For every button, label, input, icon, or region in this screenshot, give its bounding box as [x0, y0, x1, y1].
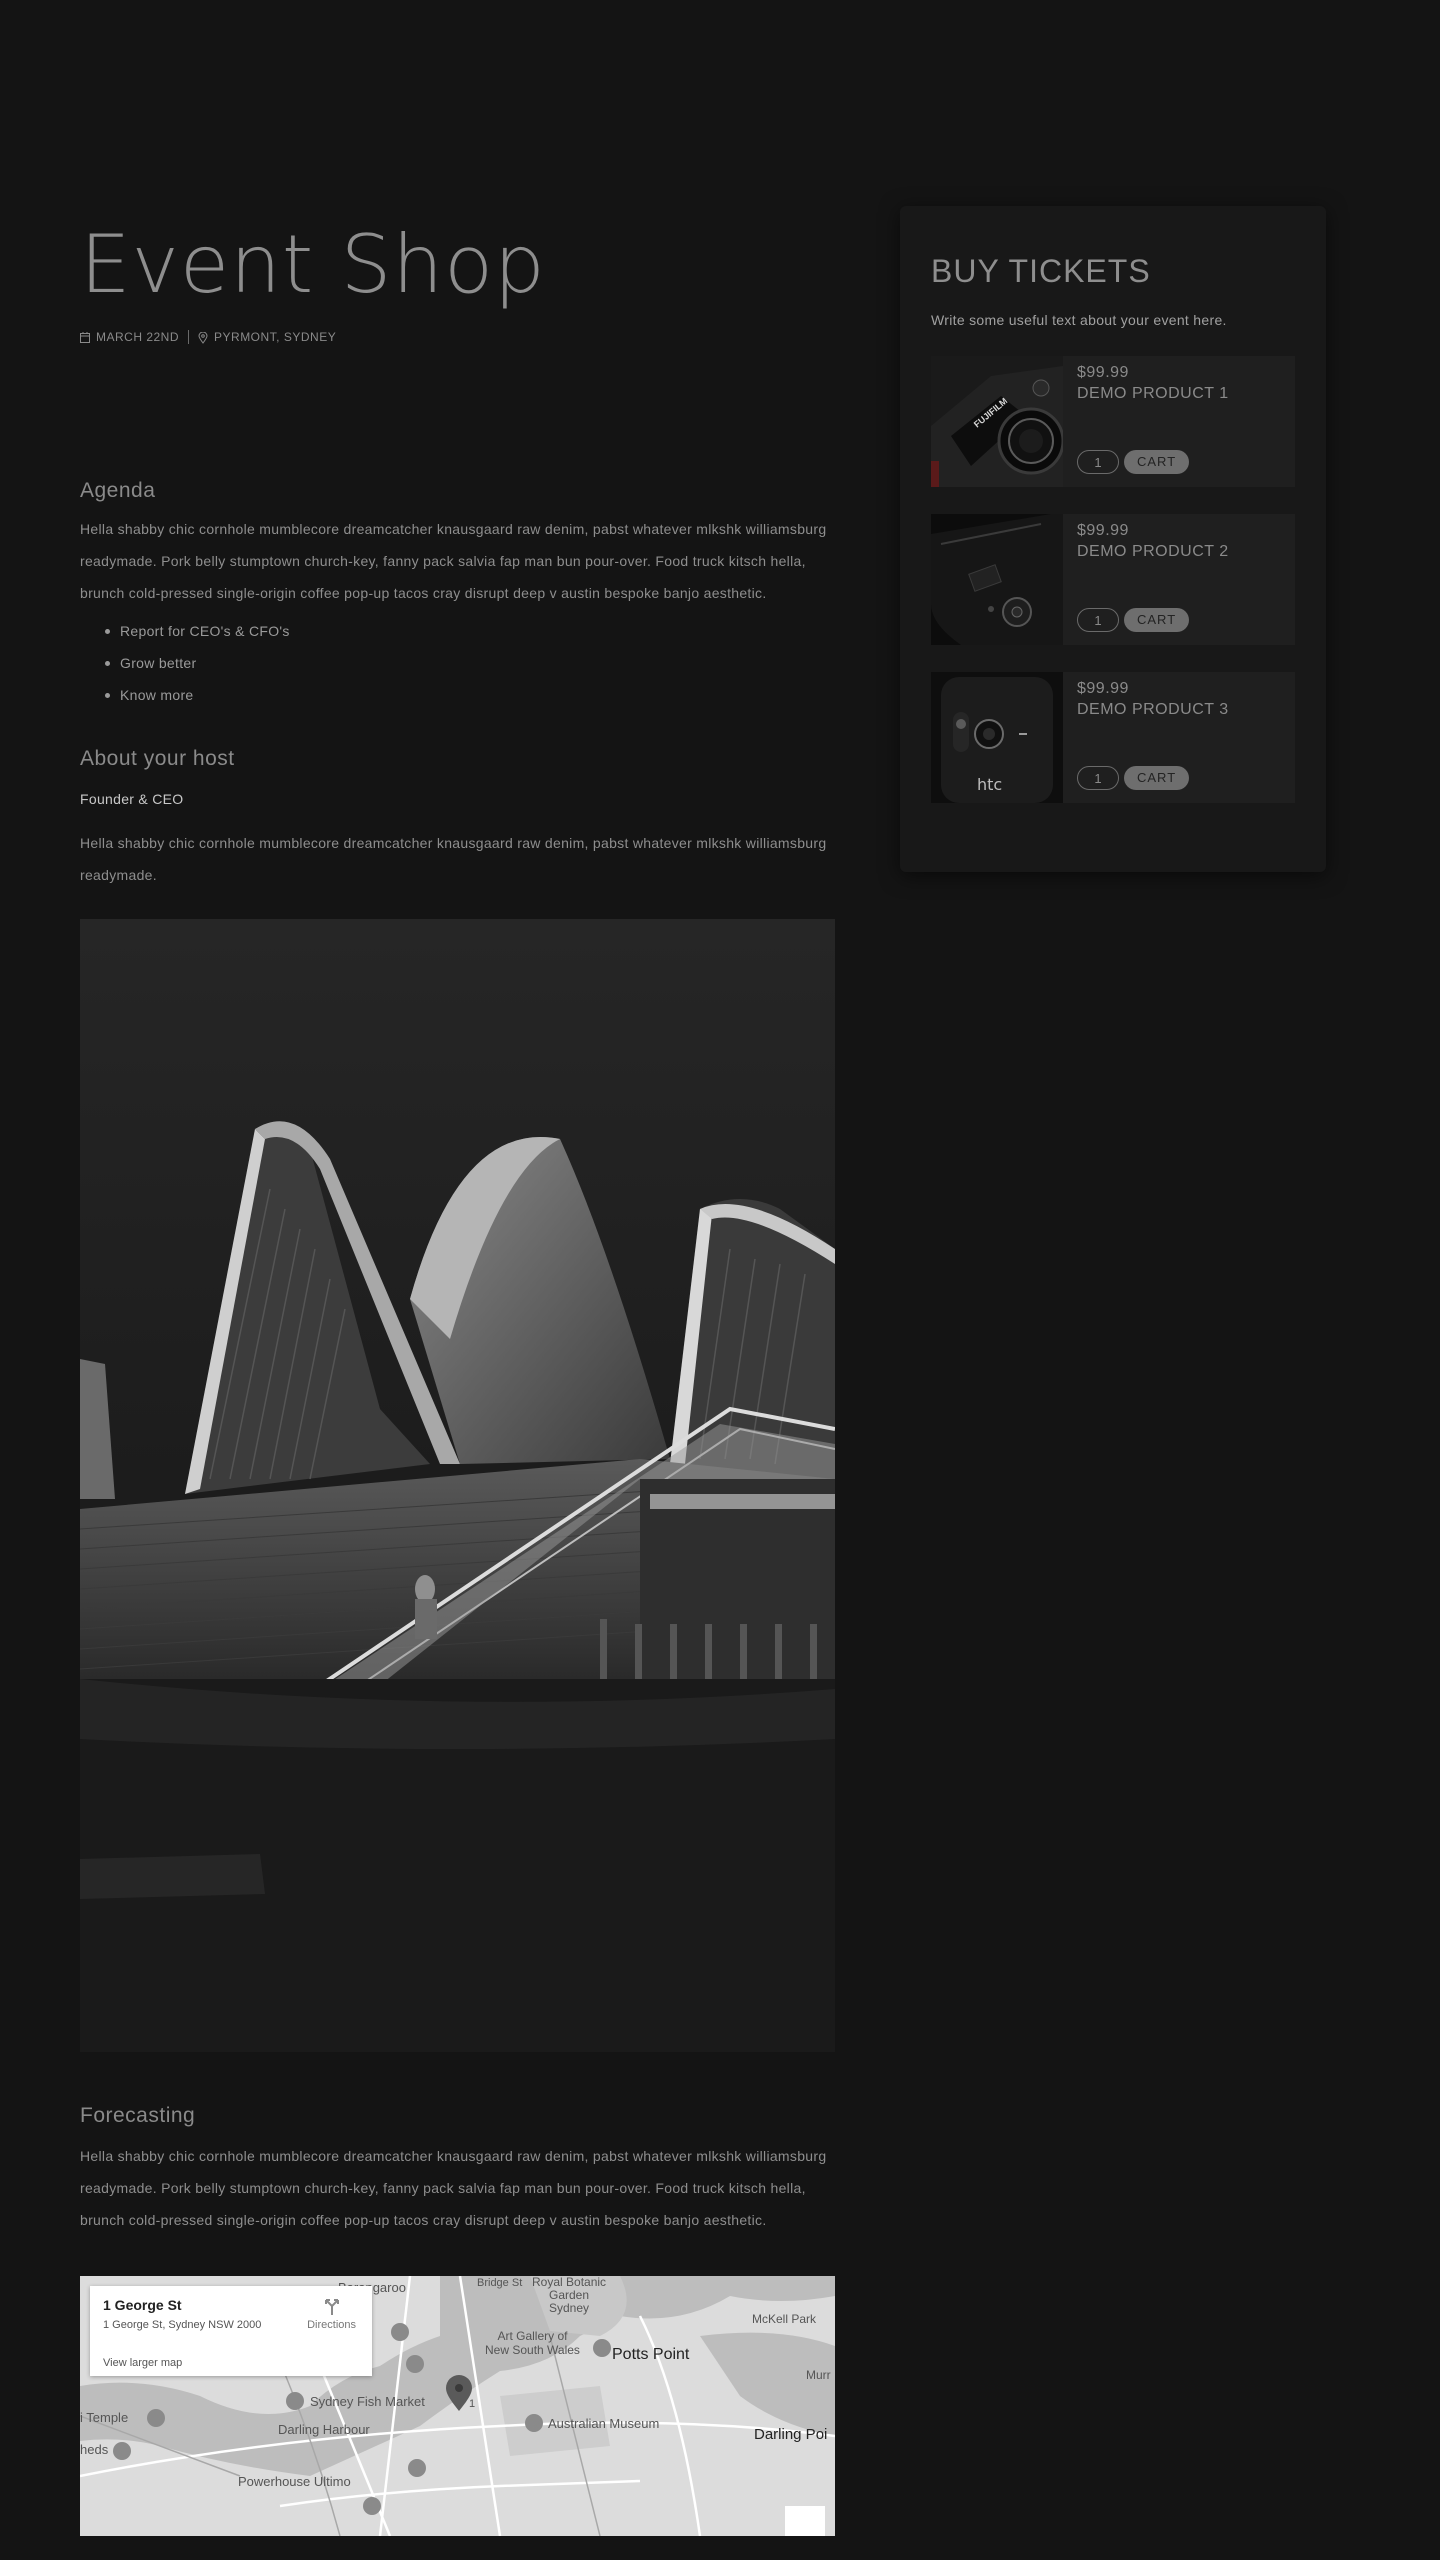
list-item: Report for CEO's & CFO's: [105, 615, 835, 647]
product-card: htc $99.99 DEMO PRODUCT 3 CART: [931, 672, 1295, 803]
map-label-botanic-garden: Royal Botanic Garden Sydney: [532, 2276, 607, 2315]
directions-label: Directions: [307, 2319, 356, 2331]
location-pin-icon: [198, 331, 208, 344]
directions-button[interactable]: Directions: [307, 2298, 356, 2331]
map-label-mckell-park: McKell Park: [752, 2312, 817, 2326]
host-role: Founder & CEO: [80, 791, 184, 807]
product-name: DEMO PRODUCT 3: [1077, 701, 1229, 718]
map-label-art-gallery: Art Gallery of New South Wales: [485, 2329, 580, 2357]
product-name: DEMO PRODUCT 2: [1077, 543, 1229, 560]
main-column: Event Shop MARCH 22ND PYRMONT, SYDNEY Ag…: [80, 220, 835, 2536]
map-label-powerhouse: Powerhouse Ultimo: [238, 2474, 351, 2489]
quantity-input[interactable]: [1077, 608, 1119, 632]
add-to-cart-button[interactable]: CART: [1124, 450, 1190, 474]
phone-brand: htc: [977, 775, 1002, 794]
product-card: FUJIFILM $99.99 DEMO PRODUCT 1 CART: [931, 356, 1295, 487]
event-meta: MARCH 22ND PYRMONT, SYDNEY: [80, 330, 835, 344]
host-heading: About your host: [80, 747, 235, 770]
map-embed[interactable]: Barangaroo Bridge St Royal Botanic Garde…: [80, 2276, 835, 2536]
meta-divider: [188, 330, 190, 344]
map-info-card: 1 George St 1 George St, Sydney NSW 2000…: [90, 2286, 372, 2376]
product-price: $99.99: [1077, 364, 1129, 381]
forecast-heading: Forecasting: [80, 2104, 196, 2127]
map-label-murr: Murr: [806, 2368, 831, 2382]
add-to-cart-button[interactable]: CART: [1124, 608, 1190, 632]
event-location: PYRMONT, SYDNEY: [214, 330, 337, 344]
product-image-camera-back: [931, 514, 1063, 645]
list-item: Know more: [105, 679, 835, 711]
page-title: Event Shop: [80, 218, 546, 311]
event-date: MARCH 22ND: [96, 330, 180, 344]
product-info: $99.99 DEMO PRODUCT 1 CART: [1063, 356, 1295, 487]
map-label-fish-market: Sydney Fish Market: [310, 2394, 425, 2409]
quantity-input[interactable]: [1077, 766, 1119, 790]
agenda-heading: Agenda: [80, 479, 156, 502]
buy-tickets-title: BUY TICKETS: [931, 253, 1151, 289]
map-label-marker-number: 1: [469, 2398, 476, 2410]
product-controls: CART: [1077, 608, 1190, 632]
calendar-icon: [80, 331, 90, 343]
product-price: $99.99: [1077, 522, 1129, 539]
map-label-heds: heds: [80, 2442, 109, 2457]
add-to-cart-button[interactable]: CART: [1124, 766, 1190, 790]
quantity-input[interactable]: [1077, 450, 1119, 474]
directions-icon: [324, 2299, 339, 2315]
agenda-text: Hella shabby chic cornhole mumblecore dr…: [80, 521, 827, 601]
product-image-phone: htc: [931, 672, 1063, 803]
map-label-temple: i Temple: [80, 2410, 129, 2425]
map-label-australian-museum: Australian Museum: [548, 2416, 660, 2431]
forecast-text: Hella shabby chic cornhole mumblecore dr…: [80, 2148, 827, 2228]
map-label-darling-harbour: Darling Harbour: [278, 2422, 370, 2437]
opera-house-photo: [80, 919, 835, 2052]
product-image-camera: FUJIFILM: [931, 356, 1063, 487]
agenda-list: Report for CEO's & CFO's Grow better Kno…: [80, 615, 835, 711]
product-price: $99.99: [1077, 680, 1129, 697]
product-info: $99.99 DEMO PRODUCT 3 CART: [1063, 672, 1295, 803]
buy-tickets-panel: BUY TICKETS Write some useful text about…: [900, 206, 1326, 872]
map-label-darling-point: Darling Poi: [754, 2426, 828, 2443]
map-label-potts-point: Potts Point: [612, 2346, 690, 2363]
buy-tickets-text: Write some useful text about your event …: [931, 312, 1227, 328]
product-controls: CART: [1077, 450, 1190, 474]
list-item: Grow better: [105, 647, 835, 679]
map-label-bridge-st: Bridge St: [477, 2277, 523, 2289]
product-info: $99.99 DEMO PRODUCT 2 CART: [1063, 514, 1295, 645]
product-controls: CART: [1077, 766, 1190, 790]
view-larger-map-link[interactable]: View larger map: [103, 2357, 359, 2369]
product-name: DEMO PRODUCT 1: [1077, 385, 1229, 402]
product-card: $99.99 DEMO PRODUCT 2 CART: [931, 514, 1295, 645]
host-text: Hella shabby chic cornhole mumblecore dr…: [80, 835, 827, 883]
